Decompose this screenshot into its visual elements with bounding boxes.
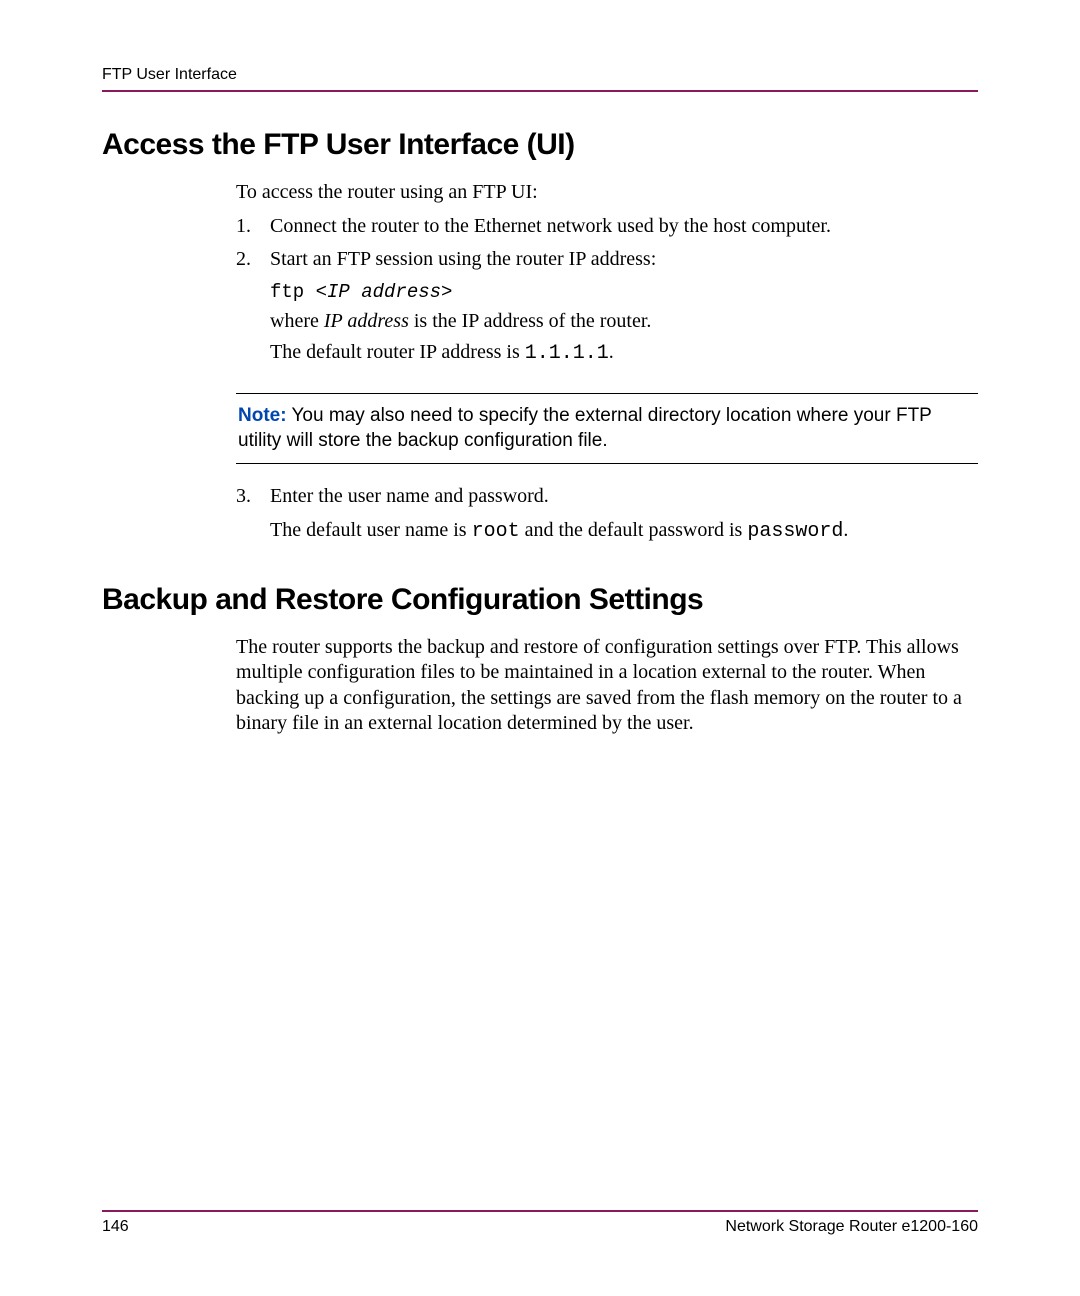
running-header: FTP User Interface — [102, 66, 978, 84]
footer: 146 Network Storage Router e1200-160 — [102, 1210, 978, 1236]
heading-access-ftp: Access the FTP User Interface (UI) — [102, 128, 978, 162]
step-1-num: 1. — [236, 214, 270, 240]
where-pre: where — [270, 310, 324, 332]
step-1-text: Connect the router to the Ethernet netwo… — [270, 214, 978, 240]
creds-mid: and the default password is — [520, 519, 748, 541]
step-1: 1. Connect the router to the Ethernet ne… — [236, 214, 978, 240]
note-block: Note: You may also need to specify the e… — [236, 393, 978, 464]
heading-backup-restore: Backup and Restore Configuration Setting… — [102, 583, 978, 617]
step-3: 3. Enter the user name and password. — [236, 484, 978, 510]
step-2-text: Start an FTP session using the router IP… — [270, 247, 978, 273]
creds-pass: password — [747, 520, 843, 543]
default-ip-post: . — [609, 341, 614, 363]
default-ip-line: The default router IP address is 1.1.1.1… — [270, 340, 978, 367]
ftp-cmd: ftp — [270, 281, 316, 303]
creds-pre: The default user name is — [270, 519, 472, 541]
where-post: is the IP address of the router. — [409, 310, 652, 332]
note-text: You may also need to specify the externa… — [238, 405, 932, 451]
doc-title: Network Storage Router e1200-160 — [725, 1218, 978, 1236]
creds-user: root — [472, 520, 520, 543]
where-line: where IP address is the IP address of th… — [270, 309, 978, 335]
backup-restore-para: The router supports the backup and resto… — [236, 635, 978, 737]
intro-text: To access the router using an FTP UI: — [236, 180, 978, 206]
header-rule — [102, 90, 978, 92]
ftp-arg: <IP address> — [316, 281, 453, 303]
ftp-command: ftp <IP address> — [270, 281, 978, 303]
page: FTP User Interface Access the FTP User I… — [0, 0, 1080, 1296]
step-2-num: 2. — [236, 247, 270, 273]
creds-post: . — [843, 519, 848, 541]
page-number: 146 — [102, 1218, 129, 1236]
footer-rule — [102, 1210, 978, 1212]
step-3-num: 3. — [236, 484, 270, 510]
default-ip-val: 1.1.1.1 — [525, 342, 609, 365]
default-ip-pre: The default router IP address is — [270, 341, 525, 363]
note-label: Note: — [238, 405, 287, 426]
where-ip: IP address — [324, 310, 409, 332]
footer-line: 146 Network Storage Router e1200-160 — [102, 1218, 978, 1236]
step-3-text: Enter the user name and password. — [270, 484, 978, 510]
credentials-line: The default user name is root and the de… — [270, 518, 978, 545]
step-2: 2. Start an FTP session using the router… — [236, 247, 978, 273]
